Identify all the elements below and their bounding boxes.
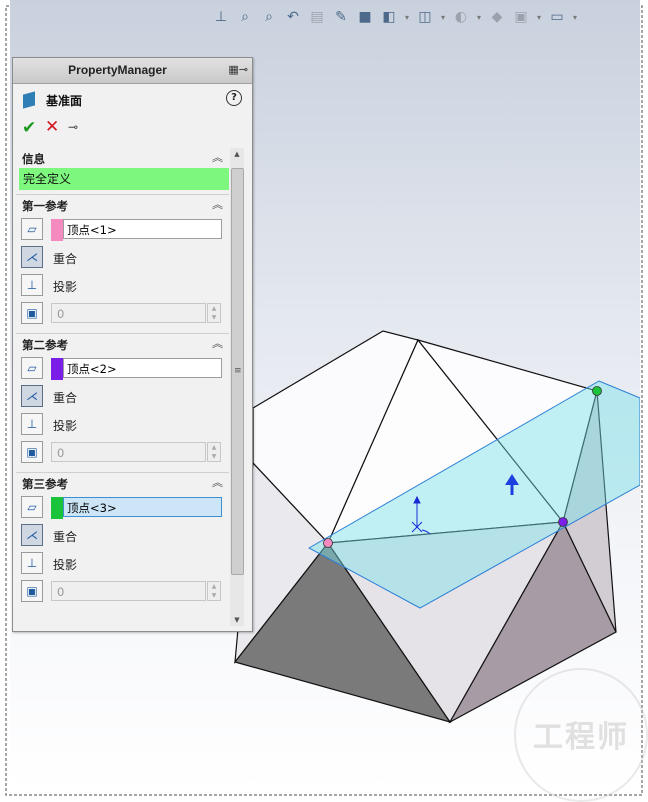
property-manager-panel: PropertyManager ▦⊸ 基准面 ? ✔ ✕ ⊸ 信息 ︽ 完全定义…: [12, 57, 253, 632]
first-reference-header[interactable]: 第一参考 ︽: [16, 194, 229, 215]
instance-count-row: ▣ 0 ▲ ▼: [16, 438, 229, 466]
coincident-label: 重合: [53, 391, 78, 405]
planes-count-icon[interactable]: ▣: [21, 302, 43, 324]
chevron-down-icon[interactable]: ▾: [474, 6, 484, 28]
second-reference-field[interactable]: 顶点<2>: [63, 358, 222, 378]
projection-icon[interactable]: ⊥: [21, 413, 43, 435]
feature-name: 基准面: [46, 94, 83, 108]
second-reference-label: 第二参考: [22, 338, 68, 352]
apply-scene-icon[interactable]: ◆: [486, 6, 508, 28]
hide-show-icon[interactable]: ◫: [414, 6, 436, 28]
third-reference-row: ▱ 顶点<3>: [16, 493, 229, 521]
planes-count-icon[interactable]: ▣: [21, 441, 43, 463]
projection-row: ⊥ 投影: [16, 271, 229, 299]
zoom-to-fit-icon[interactable]: ⌕: [234, 6, 256, 28]
info-section-header[interactable]: 信息 ︽: [16, 148, 229, 168]
collapse-icon[interactable]: ︽: [212, 335, 223, 351]
coincident-label: 重合: [53, 530, 78, 544]
instance-count-field[interactable]: 0: [51, 303, 206, 323]
second-reference-swatch: [51, 358, 63, 380]
coincident-row: ⋌ 重合: [16, 382, 229, 410]
planes-count-icon[interactable]: ▣: [21, 580, 43, 602]
count-spinner[interactable]: ▲ ▼: [207, 442, 221, 462]
action-bar: ✔ ✕ ⊸: [13, 114, 252, 144]
collapse-icon[interactable]: ︽: [212, 196, 223, 212]
collapse-icon[interactable]: ︽: [212, 474, 223, 490]
collapse-icon[interactable]: ︽: [212, 149, 223, 165]
watermark-text: 工程师: [533, 720, 629, 755]
instance-count-row: ▣ 0 ▲ ▼: [16, 577, 229, 605]
edit-appearance-icon[interactable]: ◐: [450, 6, 472, 28]
projection-label: 投影: [53, 558, 78, 572]
scroll-up-icon[interactable]: ▲: [230, 148, 244, 160]
projection-label: 投影: [53, 280, 78, 294]
vertex-selection-icon[interactable]: ▱: [21, 357, 43, 379]
third-reference-field[interactable]: 顶点<3>: [63, 497, 222, 517]
zoom-to-area-icon[interactable]: ⌕: [258, 6, 280, 28]
vertex-2-marker[interactable]: [558, 517, 568, 527]
coincident-icon[interactable]: ⋌: [21, 385, 43, 407]
help-icon[interactable]: ?: [226, 90, 242, 106]
pm-content: 信息 ︽ 完全定义 第一参考 ︽ ▱ 顶点<1> ⋌ 重合 ⊥ 投影 ▣ 0 ▲…: [16, 148, 229, 626]
coincident-icon[interactable]: ⋌: [21, 524, 43, 546]
feature-header: 基准面 ?: [13, 84, 252, 114]
projection-icon[interactable]: ⊥: [21, 274, 43, 296]
coincident-row: ⋌ 重合: [16, 521, 229, 549]
cancel-button[interactable]: ✕: [45, 117, 59, 137]
first-reference-row: ▱ 顶点<1>: [16, 215, 229, 243]
instance-count-field[interactable]: 0: [51, 442, 206, 462]
projection-icon[interactable]: ⊥: [21, 552, 43, 574]
projection-row: ⊥ 投影: [16, 549, 229, 577]
instance-count-row: ▣ 0 ▲ ▼: [16, 299, 229, 327]
dynamic-annotation-icon[interactable]: ✎: [330, 6, 352, 28]
count-spinner[interactable]: ▲ ▼: [207, 581, 221, 601]
vertex-selection-icon[interactable]: ▱: [21, 218, 43, 240]
scroll-grip-icon: ≡: [234, 366, 242, 376]
instance-count-field[interactable]: 0: [51, 581, 206, 601]
view-cube-icon[interactable]: ■: [354, 6, 376, 28]
chevron-down-icon[interactable]: ▾: [438, 6, 448, 28]
display-style-icon[interactable]: ◧: [378, 6, 400, 28]
chevron-down-icon[interactable]: ▾: [402, 6, 412, 28]
ok-button[interactable]: ✔: [22, 118, 36, 138]
vertex-3-marker[interactable]: [592, 386, 602, 396]
coincident-row: ⋌ 重合: [16, 243, 229, 271]
status-message: 完全定义: [19, 168, 229, 190]
projection-row: ⊥ 投影: [16, 410, 229, 438]
chevron-down-icon[interactable]: ▾: [570, 6, 580, 28]
third-reference-swatch: [51, 497, 63, 519]
projection-label: 投影: [53, 419, 78, 433]
plane-feature-icon: [23, 91, 35, 109]
pm-pin-icon[interactable]: ▦⊸: [228, 63, 248, 76]
vertex-selection-icon[interactable]: ▱: [21, 496, 43, 518]
coincident-icon[interactable]: ⋌: [21, 246, 43, 268]
view-settings-icon[interactable]: ▣: [510, 6, 532, 28]
previous-view-icon[interactable]: ↶: [282, 6, 304, 28]
info-header-label: 信息: [22, 152, 45, 166]
scroll-down-icon[interactable]: ▼: [230, 614, 244, 626]
third-reference-header[interactable]: 第三参考 ︽: [16, 472, 229, 493]
property-manager-titlebar: PropertyManager ▦⊸: [13, 58, 252, 84]
view-orientation-icon[interactable]: ⊥: [210, 6, 232, 28]
section-view-icon[interactable]: ▤: [306, 6, 328, 28]
count-spinner[interactable]: ▲ ▼: [207, 303, 221, 323]
chevron-down-icon[interactable]: ▾: [534, 6, 544, 28]
first-reference-field[interactable]: 顶点<1>: [63, 219, 222, 239]
keep-visible-pin-button[interactable]: ⊸: [68, 120, 78, 134]
watermark-seal: 工程师: [514, 668, 648, 802]
second-reference-header[interactable]: 第二参考 ︽: [16, 333, 229, 354]
vertex-1-marker[interactable]: [323, 538, 333, 548]
pm-scrollbar[interactable]: ▲ ≡ ▼: [230, 148, 244, 626]
first-reference-swatch: [51, 219, 63, 241]
third-reference-label: 第三参考: [22, 477, 68, 491]
heads-up-toolbar: ⊥ ⌕ ⌕ ↶ ▤ ✎ ■ ◧ ▾ ◫ ▾ ◐ ▾ ◆ ▣ ▾ ▭ ▾: [210, 4, 580, 30]
display-monitor-icon[interactable]: ▭: [546, 6, 568, 28]
coincident-label: 重合: [53, 252, 78, 266]
first-reference-label: 第一参考: [22, 199, 68, 213]
second-reference-row: ▱ 顶点<2>: [16, 354, 229, 382]
property-manager-title: PropertyManager: [68, 63, 167, 77]
